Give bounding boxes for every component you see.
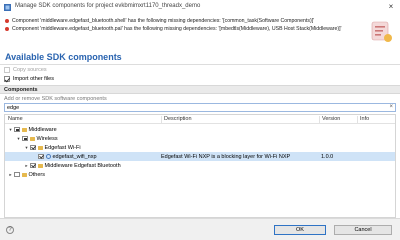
tree-item-label: edgefast_wifi_nxp — [52, 153, 97, 160]
tree-item-label: Others — [28, 171, 46, 178]
import-other-files-option[interactable]: Import other files — [4, 75, 54, 83]
sdk-logo-icon — [371, 21, 392, 42]
page-title: Available SDK components — [5, 52, 122, 62]
divider — [0, 64, 400, 65]
collapse-toggle-icon[interactable]: ▾ — [8, 127, 13, 133]
copy-sources-option[interactable]: Copy sources — [4, 66, 47, 74]
dialog-footer: ? OK Cancel — [0, 218, 400, 240]
component-icon — [45, 154, 51, 159]
tree-row-edgefast-wifi-nxp[interactable]: edgefast_wifi_nxp Edgefast Wi-Fi NXP is … — [5, 152, 395, 161]
tree-row-middleware[interactable]: ▾ Middleware — [5, 125, 395, 134]
app-icon — [4, 4, 11, 11]
tree-item-label: Middleware — [28, 126, 57, 133]
copy-sources-checkbox[interactable] — [4, 67, 10, 73]
folder-icon — [21, 172, 27, 177]
tree-row-others[interactable]: ▸ Others — [5, 170, 395, 179]
error-icon — [5, 18, 9, 23]
cancel-button[interactable]: Cancel — [334, 225, 392, 235]
error-icon — [5, 26, 9, 31]
components-section-header: Components — [0, 85, 400, 94]
components-table: Name Description Version Info ▾ Middlewa… — [4, 114, 396, 218]
column-header-description[interactable]: Description — [161, 116, 192, 123]
warning-area: Component 'middleware.edgefast_bluetooth… — [0, 14, 400, 50]
tree-checkbox[interactable] — [30, 162, 36, 169]
filter-box: × — [4, 103, 396, 112]
column-header-info[interactable]: Info — [357, 116, 369, 123]
tree-checkbox[interactable] — [38, 153, 44, 160]
tree-checkbox[interactable] — [14, 126, 20, 133]
tree-row-wireless[interactable]: ▾ Wireless — [5, 134, 395, 143]
components-subtitle: Add or remove SDK software components — [4, 96, 107, 102]
import-other-files-checkbox[interactable] — [4, 76, 10, 82]
close-button[interactable]: × — [386, 2, 396, 12]
tree-checkbox[interactable] — [30, 144, 36, 151]
table-header: Name Description Version Info — [5, 115, 395, 124]
collapse-toggle-icon[interactable]: ▾ — [24, 145, 29, 151]
components-title: Components — [4, 87, 38, 93]
tree-row-middleware-edgefast-bluetooth[interactable]: ▸ Middleware Edgefast Bluetooth — [5, 161, 395, 170]
help-icon[interactable]: ? — [6, 226, 14, 234]
folder-icon — [37, 145, 43, 150]
row-description: Edgefast Wi-Fi NXP is a blocking layer f… — [161, 153, 291, 160]
folder-icon — [37, 163, 43, 168]
row-version: 1.0.0 — [321, 153, 334, 160]
expand-toggle-icon[interactable]: ▸ — [8, 172, 13, 178]
filter-input[interactable] — [7, 104, 377, 111]
tree-checkbox[interactable] — [14, 171, 20, 178]
folder-icon — [21, 127, 27, 132]
tree-item-label: Edgefast Wi-Fi — [44, 144, 81, 151]
window-title: Manage SDK components for project evkbmi… — [15, 3, 201, 9]
import-other-files-label: Import other files — [13, 76, 54, 82]
ok-button[interactable]: OK — [274, 225, 326, 235]
collapse-toggle-icon[interactable]: ▾ — [16, 136, 21, 142]
tree-checkbox[interactable] — [22, 135, 28, 142]
column-header-name[interactable]: Name — [8, 116, 23, 123]
expand-toggle-icon[interactable]: ▸ — [24, 163, 29, 169]
title-bar: Manage SDK components for project evkbmi… — [0, 0, 400, 14]
folder-icon — [29, 136, 35, 141]
column-header-version[interactable]: Version — [319, 116, 340, 123]
tree-item-label: Middleware Edgefast Bluetooth — [44, 162, 121, 169]
warning-message: Component 'middleware.edgefast_bluetooth… — [5, 26, 342, 32]
clear-filter-icon[interactable]: × — [389, 104, 393, 111]
tree-row-edgefast-wifi[interactable]: ▾ Edgefast Wi-Fi — [5, 143, 395, 152]
tree-item-label: Wireless — [36, 135, 58, 142]
copy-sources-label: Copy sources — [13, 67, 47, 73]
warning-message: Component 'middleware.edgefast_bluetooth… — [5, 18, 314, 24]
